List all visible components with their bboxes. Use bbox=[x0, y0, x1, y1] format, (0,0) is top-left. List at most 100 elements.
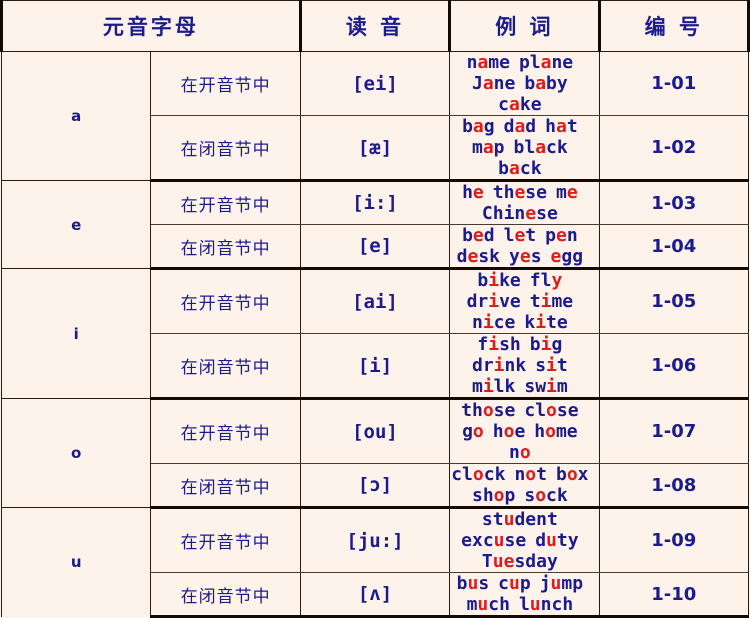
phonetic-symbol-cell: [æ] bbox=[299, 115, 451, 182]
word-segment: n bbox=[566, 225, 578, 246]
highlighted-vowel: e bbox=[555, 225, 567, 246]
word-segment: lk bbox=[493, 376, 516, 397]
word-segment: ce bbox=[493, 312, 516, 333]
highlighted-vowel: a bbox=[477, 52, 489, 73]
word-segment: b bbox=[498, 158, 510, 179]
word-segment: d bbox=[483, 225, 495, 246]
word-segment: se bbox=[504, 530, 527, 551]
example-words-cell: fish bigdrink sitmilk swim bbox=[449, 333, 600, 400]
header-examples: 例 词 bbox=[448, 0, 600, 52]
highlighted-vowel: a bbox=[535, 73, 547, 94]
example-words-cell: studentexcuse dutyTuesday bbox=[449, 507, 600, 573]
word-segment: g bbox=[462, 421, 473, 442]
highlighted-vowel: i bbox=[488, 334, 500, 355]
header-vowel-letter: 元音字母 bbox=[0, 0, 301, 52]
highlighted-vowel: e bbox=[514, 182, 526, 203]
example-word: egg bbox=[551, 246, 584, 267]
word-segment: s bbox=[478, 573, 490, 594]
entry-number-cell: 1-09 bbox=[598, 507, 750, 573]
example-word: hoe bbox=[493, 421, 526, 442]
word-segment: Chin bbox=[481, 203, 526, 224]
example-words-cell: bed let pendesk yes egg bbox=[449, 224, 600, 270]
example-word: kite bbox=[524, 312, 567, 333]
highlighted-vowel: a bbox=[482, 73, 494, 94]
example-words-cell: bike flydrive timenice kite bbox=[449, 268, 600, 334]
phonetic-symbol-cell: [e] bbox=[299, 224, 451, 270]
word-segment: d bbox=[503, 116, 515, 137]
highlighted-vowel: e bbox=[467, 246, 479, 267]
example-word: no bbox=[509, 442, 531, 463]
word-segment: h bbox=[462, 182, 473, 203]
word-segment: sh bbox=[471, 485, 494, 506]
example-word: bike bbox=[477, 270, 520, 291]
word-segment: fl bbox=[529, 270, 552, 291]
highlighted-vowel: i bbox=[482, 376, 494, 397]
word-segment: n bbox=[471, 312, 483, 333]
example-word: swim bbox=[524, 376, 567, 397]
vowel-letter-cell: u bbox=[0, 507, 152, 617]
example-word: duty bbox=[535, 530, 578, 551]
example-words-cell: clock not boxshop sock bbox=[449, 463, 600, 509]
highlighted-vowel: o bbox=[519, 442, 531, 463]
highlighted-vowel: o bbox=[546, 400, 557, 421]
highlighted-vowel: e bbox=[472, 225, 484, 246]
phonetic-symbol-cell: [ʌ] bbox=[299, 572, 451, 618]
example-word: black bbox=[514, 137, 568, 158]
highlighted-vowel: e bbox=[472, 182, 484, 203]
example-words-cell: bag dad hatmap blackback bbox=[449, 115, 600, 182]
syllable-type-cell: 在开音节中 bbox=[150, 398, 301, 464]
example-word: home bbox=[534, 421, 577, 442]
word-segment: pl bbox=[518, 52, 541, 73]
word-segment: b bbox=[456, 573, 468, 594]
word-segment: ke bbox=[519, 94, 542, 115]
word-segment: x bbox=[577, 464, 589, 485]
phonetic-symbol-cell: [ou] bbox=[299, 398, 451, 464]
word-segment: p bbox=[504, 485, 516, 506]
example-word: shop bbox=[472, 485, 515, 506]
vowel-letter-cell: i bbox=[0, 268, 152, 399]
word-segment: l bbox=[518, 594, 530, 615]
example-word: yes bbox=[509, 246, 542, 267]
phonetic-symbol-cell: [ju:] bbox=[299, 507, 451, 573]
word-segment: se bbox=[556, 400, 579, 421]
word-segment: th bbox=[461, 400, 483, 421]
highlighted-vowel: o bbox=[566, 464, 578, 485]
word-segment: c bbox=[498, 573, 510, 594]
highlighted-vowel: i bbox=[482, 312, 494, 333]
word-segment: d bbox=[525, 116, 537, 137]
highlighted-vowel: o bbox=[535, 485, 547, 506]
highlighted-vowel: i bbox=[488, 291, 500, 312]
example-word: big bbox=[530, 334, 563, 355]
word-segment: dr bbox=[471, 355, 494, 376]
word-segment: me bbox=[488, 52, 510, 73]
syllable-type-cell: 在闭音节中 bbox=[150, 115, 301, 182]
word-segment: ck bbox=[546, 485, 568, 506]
highlighted-vowel: u bbox=[503, 509, 515, 530]
highlighted-vowel: a bbox=[482, 137, 494, 158]
example-word: baby bbox=[524, 73, 567, 94]
highlighted-vowel: o bbox=[482, 400, 494, 421]
example-words-cell: bus cup jumpmuch lunch bbox=[449, 572, 600, 618]
entry-number-cell: 1-06 bbox=[598, 333, 750, 400]
word-segment: se bbox=[493, 400, 516, 421]
entry-number-cell: 1-07 bbox=[598, 398, 750, 464]
highlighted-vowel: a bbox=[540, 52, 552, 73]
syllable-type-cell: 在闭音节中 bbox=[150, 333, 301, 400]
example-word: nice bbox=[472, 312, 515, 333]
highlighted-vowel: o bbox=[472, 421, 484, 442]
highlighted-vowel: a bbox=[535, 137, 547, 158]
example-word: sit bbox=[535, 355, 568, 376]
word-segment: g bbox=[551, 334, 563, 355]
word-segment: h bbox=[534, 421, 546, 442]
table-row: e 在开音节中 [i:] he these meChinese 1-03 bbox=[0, 180, 750, 269]
word-segment: d bbox=[456, 246, 468, 267]
highlighted-vowel: u bbox=[493, 530, 505, 551]
highlighted-vowel: u bbox=[467, 573, 479, 594]
phonetic-symbol-cell: [i] bbox=[299, 333, 451, 400]
word-segment: te bbox=[546, 312, 568, 333]
word-segment: n bbox=[509, 442, 520, 463]
highlighted-vowel: i bbox=[493, 355, 505, 376]
example-word: drive bbox=[467, 291, 521, 312]
word-segment: dent bbox=[514, 509, 558, 530]
word-segment: ne bbox=[551, 52, 574, 73]
